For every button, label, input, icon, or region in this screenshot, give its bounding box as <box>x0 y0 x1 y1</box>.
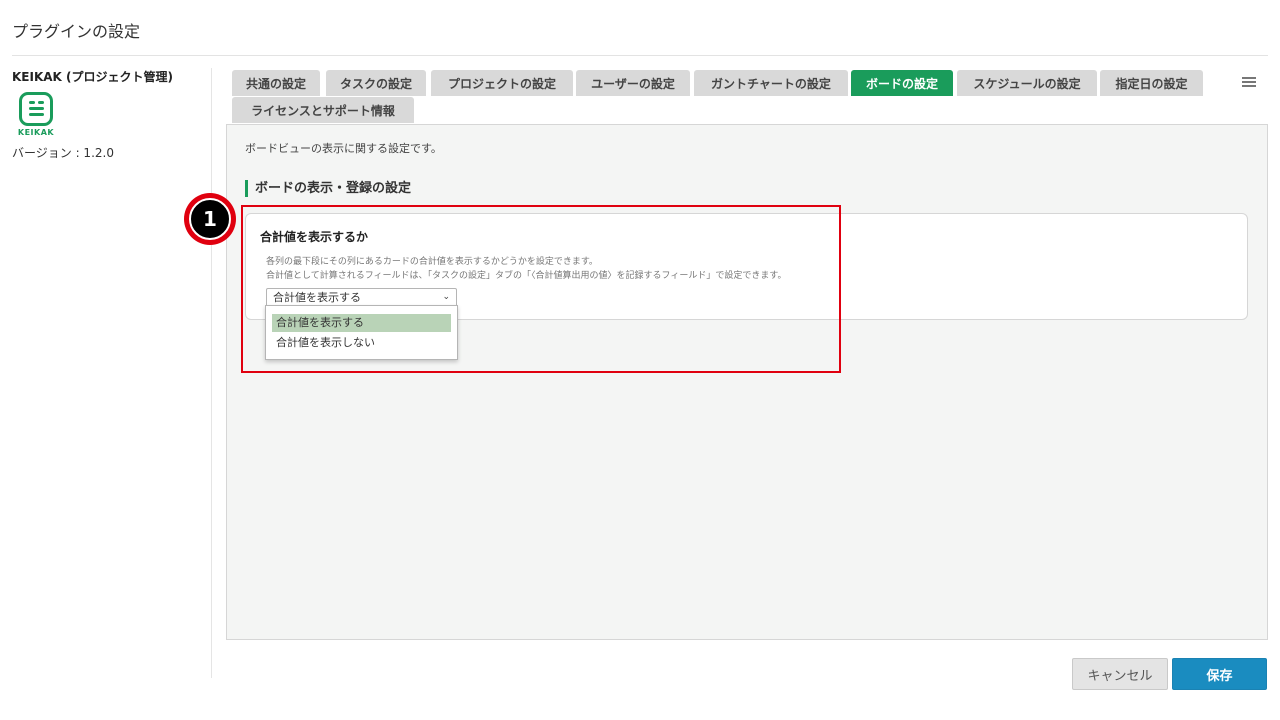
tab-schedule[interactable]: スケジュールの設定 <box>957 70 1097 96</box>
tab-board[interactable]: ボードの設定 <box>851 70 953 96</box>
annotation-badge-number: 1 <box>189 198 231 240</box>
keikak-logo-icon: KEIKAK <box>16 92 56 138</box>
settings-tabs: 共通の設定 タスクの設定 プロジェクトの設定 ユーザーの設定 ガントチャートの設… <box>232 70 1268 124</box>
section-heading: ボードの表示・登録の設定 <box>245 180 411 197</box>
page-title: プラグインの設定 <box>12 22 141 41</box>
cancel-button[interactable]: キャンセル <box>1072 658 1168 690</box>
board-settings-panel: ボードビューの表示に関する設定です。 ボードの表示・登録の設定 合計値を表示する… <box>226 124 1268 640</box>
annotation-badge: 1 <box>184 193 236 245</box>
plugin-name: KEIKAK (プロジェクト管理) <box>12 70 173 84</box>
title-divider <box>12 55 1268 56</box>
save-button[interactable]: 保存 <box>1172 658 1267 690</box>
logo-text: KEIKAK <box>17 128 55 137</box>
hamburger-menu-icon[interactable] <box>1242 75 1258 89</box>
panel-description: ボードビューの表示に関する設定です。 <box>245 142 442 155</box>
tab-common[interactable]: 共通の設定 <box>232 70 320 96</box>
tab-project[interactable]: プロジェクトの設定 <box>431 70 573 96</box>
tab-user[interactable]: ユーザーの設定 <box>576 70 690 96</box>
tab-task[interactable]: タスクの設定 <box>326 70 426 96</box>
tab-license-support[interactable]: ライセンスとサポート情報 <box>232 97 414 123</box>
tab-gantt[interactable]: ガントチャートの設定 <box>694 70 848 96</box>
annotation-highlight-box <box>241 205 841 373</box>
tab-specified-date[interactable]: 指定日の設定 <box>1100 70 1203 96</box>
sidebar: KEIKAK (プロジェクト管理) KEIKAK バージョン : 1.2.0 <box>12 68 212 678</box>
plugin-version: バージョン : 1.2.0 <box>12 146 114 160</box>
